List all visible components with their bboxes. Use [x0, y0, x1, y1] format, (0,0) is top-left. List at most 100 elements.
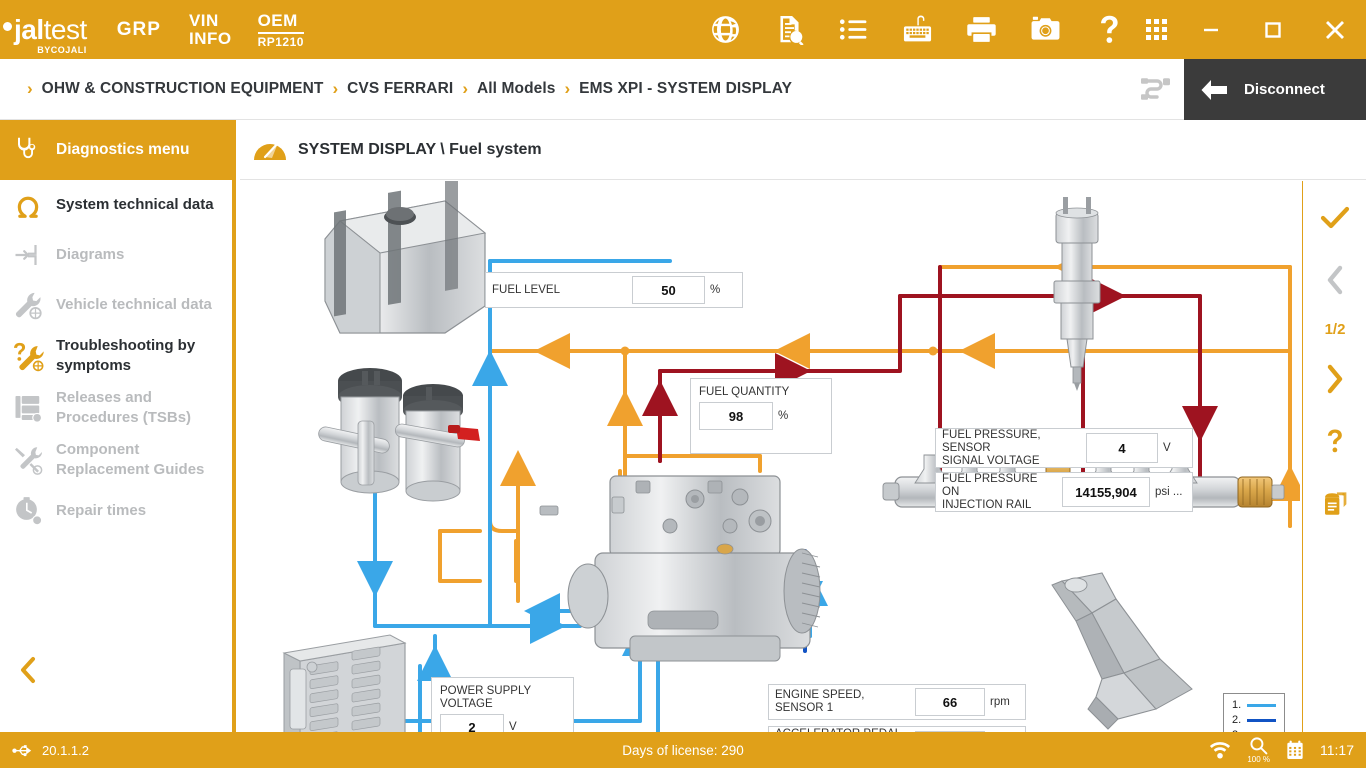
breadcrumb-item-1[interactable]: CVS FERRARI [347, 80, 453, 98]
next-page-button[interactable] [1303, 356, 1366, 402]
measurement-value: 66 [915, 688, 985, 716]
breadcrumb-separator: › [332, 79, 338, 99]
measurement-label-line-1: ACCELERATOR PEDAL [775, 728, 901, 733]
sidebar-item-system-technical-data[interactable]: System technical data [0, 180, 232, 230]
breadcrumb-item-2[interactable]: All Models [477, 80, 556, 98]
measurement-value: 50 [632, 276, 705, 304]
disconnect-button[interactable]: Disconnect [1184, 59, 1366, 120]
confirm-button[interactable] [1303, 195, 1366, 241]
measurement-label: FUEL QUANTITY [691, 379, 831, 402]
omega-icon [0, 190, 56, 220]
calendar-icon[interactable] [1286, 740, 1304, 760]
keyboard-icon[interactable] [897, 10, 937, 50]
logo-text-main: jal [14, 14, 44, 45]
usb-icon [12, 742, 32, 758]
measurement-fuel-level[interactable]: FUEL LEVEL 50 % [485, 272, 743, 308]
measurement-value: 4 [1086, 433, 1158, 463]
measurement-unit: V [504, 714, 522, 732]
sidebar-header[interactable]: Diagnostics menu [0, 120, 232, 180]
sidebar-item-component-replacement-guides[interactable]: Component Replacement Guides [0, 434, 232, 486]
minimize-button[interactable] [1180, 0, 1242, 59]
database-info-icon [1320, 488, 1350, 518]
sidebar-item-diagrams[interactable]: Diagrams [0, 230, 232, 280]
breadcrumb-separator: › [462, 79, 468, 99]
measurement-label-line-1: FUEL PRESSURE, SENSOR [942, 429, 1080, 455]
jaltest-logo[interactable]: jaltest BYCOJALI [14, 16, 87, 44]
apps-grid-button[interactable] [1130, 0, 1182, 59]
sidebar-item-repair-times[interactable]: Repair times [0, 486, 232, 536]
status-bar: 20.1.1.2 Days of license: 290 100 % [0, 732, 1366, 768]
measurement-fuel-quantity[interactable]: FUEL QUANTITY 98 % [690, 378, 832, 454]
oem-line-1: OEM [258, 11, 304, 31]
connector-cable-icon[interactable] [1130, 73, 1182, 105]
grp-button[interactable]: GRP [117, 19, 161, 41]
zoom-level-value: 100 % [1247, 756, 1270, 764]
oem-rp1210-button[interactable]: OEM RP1210 [258, 11, 304, 49]
globe-icon[interactable] [705, 10, 745, 50]
sidebar-item-label: System technical data [56, 195, 224, 215]
breadcrumb-separator: › [565, 79, 571, 99]
legend-row: 2. [1232, 714, 1276, 726]
diagnostics-sidebar: Diagnostics menu System technical data D… [0, 120, 236, 732]
check-icon [1319, 204, 1351, 232]
close-button[interactable] [1304, 0, 1366, 59]
sidebar-item-label: Repair times [56, 501, 156, 521]
breadcrumb: › OHW & CONSTRUCTION EQUIPMENT › CVS FER… [18, 79, 792, 99]
diagram-legend: 1. 2. 3. 4. [1223, 693, 1285, 732]
logo-text-light: test [44, 14, 87, 45]
measurement-value: 14155,904 [1062, 477, 1150, 507]
legend-number: 3. [1232, 729, 1242, 732]
zoom-level-indicator[interactable]: 100 % [1247, 736, 1270, 764]
measurement-accelerator-pedal-position[interactable]: ACCELERATOR PEDAL POSITION, VALUE READ .… [768, 726, 1026, 732]
legend-color-swatch [1247, 719, 1276, 722]
breadcrumb-item-3[interactable]: EMS XPI - SYSTEM DISPLAY [579, 80, 792, 98]
arrow-left-icon [1198, 77, 1230, 103]
previous-page-button[interactable] [1303, 257, 1366, 303]
content-area: SYSTEM DISPLAY \ Fuel system [240, 120, 1366, 732]
sidebar-item-label: Releases and Procedures (TSBs) [56, 388, 232, 428]
measurement-unit: rpm [985, 685, 1015, 719]
logo-subtitle: BYCOJALI [37, 45, 87, 55]
breadcrumb-separator: › [27, 79, 33, 99]
vin-info-button[interactable]: VIN INFO [189, 12, 232, 48]
vin-line-1: VIN [189, 11, 219, 30]
top-icon-group [705, 0, 1129, 59]
diagram-icon [0, 240, 56, 270]
help-button[interactable] [1303, 418, 1366, 464]
list-icon[interactable] [833, 10, 873, 50]
sidebar-item-troubleshooting-by-symptoms[interactable]: Troubleshooting by symptoms [0, 330, 232, 382]
chevron-right-icon [1323, 363, 1347, 395]
info-database-button[interactable] [1303, 480, 1366, 526]
camera-icon[interactable] [1025, 10, 1065, 50]
stethoscope-icon [0, 135, 56, 165]
sidebar-item-label: Troubleshooting by symptoms [56, 336, 232, 376]
disconnect-label: Disconnect [1244, 81, 1325, 98]
measurement-value: 2 [440, 714, 504, 732]
measurement-engine-speed[interactable]: ENGINE SPEED, SENSOR 1 66 rpm [768, 684, 1026, 720]
clock-time: 11:17 [1320, 742, 1354, 758]
breadcrumb-item-0[interactable]: OHW & CONSTRUCTION EQUIPMENT [42, 80, 324, 98]
legend-row: 1. [1232, 699, 1276, 711]
high-pressure-pump-illustration [540, 476, 820, 661]
sidebar-item-vehicle-technical-data[interactable]: Vehicle technical data [0, 280, 232, 330]
measurement-label: FUEL LEVEL [486, 273, 632, 307]
help-question-icon[interactable] [1089, 10, 1129, 50]
maximize-button[interactable] [1242, 0, 1304, 59]
content-title-bar: SYSTEM DISPLAY \ Fuel system [240, 120, 1366, 180]
measurement-fuel-pressure-injection-rail[interactable]: FUEL PRESSURE ON INJECTION RAIL 14155,90… [935, 472, 1193, 512]
injector-illustration [1054, 197, 1100, 391]
breadcrumb-bar: › OHW & CONSTRUCTION EQUIPMENT › CVS FER… [0, 59, 1366, 120]
printer-icon[interactable] [961, 10, 1001, 50]
oem-line-2: RP1210 [258, 32, 304, 49]
vin-line-2: INFO [189, 29, 232, 48]
measurement-power-supply-voltage[interactable]: POWER SUPPLY VOLTAGE 2 V [431, 677, 574, 732]
document-search-icon[interactable] [769, 10, 809, 50]
measurement-fuel-pressure-sensor-voltage[interactable]: FUEL PRESSURE, SENSOR SIGNAL VOLTAGE 4 V [935, 428, 1193, 468]
magnifier-icon [1249, 736, 1268, 755]
status-right-group: 100 % 11:17 [1209, 736, 1354, 764]
sidebar-back-button[interactable] [0, 650, 56, 690]
sidebar-item-releases-and-procedures[interactable]: Releases and Procedures (TSBs) [0, 382, 232, 434]
window-controls [1180, 0, 1366, 59]
fuel-system-diagram: FUEL LEVEL 50 % FUEL QUANTITY 98 % FUEL … [240, 181, 1300, 732]
wifi-icon[interactable] [1209, 741, 1231, 759]
